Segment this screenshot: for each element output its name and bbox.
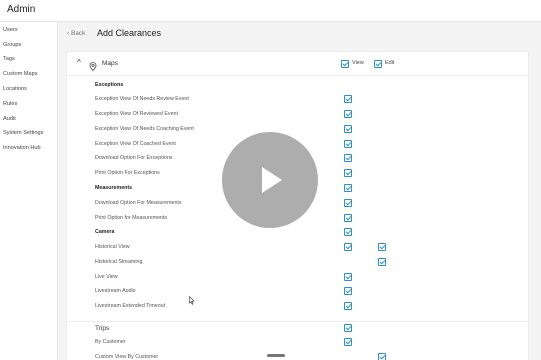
edit-checkbox[interactable] xyxy=(378,258,386,266)
clearance-label: Livestream Extended Timeout xyxy=(95,303,166,309)
sidebar-item-audit[interactable]: Audit xyxy=(3,116,16,122)
section-title: Maps xyxy=(102,60,118,67)
clearance-label: Trips xyxy=(95,325,110,332)
view-checkbox[interactable] xyxy=(344,184,352,192)
sidebar-item-system-settings[interactable]: System Settings xyxy=(3,130,43,136)
view-checkbox[interactable] xyxy=(344,169,352,177)
back-link[interactable]: ‹ Back xyxy=(67,30,85,37)
clearance-label: Exception View Of Coached Event xyxy=(95,141,176,147)
edit-checkbox[interactable] xyxy=(378,353,386,360)
clearance-label: Exception View Of Reviewed Event xyxy=(95,111,178,117)
sidebar-item-users[interactable]: Users xyxy=(3,27,18,33)
clearance-row: Exception View Of Reviewed Event xyxy=(67,108,528,123)
clearance-label: Print Option For Exceptions xyxy=(95,170,160,176)
view-checkbox[interactable] xyxy=(344,302,352,310)
clearance-label: Live View xyxy=(95,274,118,280)
view-checkbox[interactable] xyxy=(344,214,352,222)
view-checkbox[interactable] xyxy=(344,243,352,251)
view-checkbox[interactable] xyxy=(344,154,352,162)
sidebar-item-rules[interactable]: Rules xyxy=(3,101,17,107)
clearance-row: By Customer xyxy=(67,336,528,351)
back-label: Back xyxy=(70,30,86,37)
clearance-label: Livestream Audio xyxy=(95,288,136,294)
clearance-label: Custom View By Customer xyxy=(95,354,159,360)
top-bar: Admin xyxy=(0,0,541,22)
clearance-label: Download Option For Exceptions xyxy=(95,155,173,161)
sidebar-item-tags[interactable]: Tags xyxy=(3,56,15,62)
sidebar: Users Groups Tags Custom Maps Locations … xyxy=(0,22,58,360)
mouse-pointer-icon xyxy=(189,292,195,310)
clearance-label: Camera xyxy=(95,229,115,235)
scroll-handle[interactable] xyxy=(267,354,285,357)
view-checkbox[interactable] xyxy=(344,125,352,133)
maps-section-header: ^ Maps View Edit xyxy=(67,52,528,76)
clearance-label: Measurements xyxy=(95,185,133,191)
clearance-label: Exceptions xyxy=(95,82,124,88)
group-heading-row: Camera xyxy=(67,226,528,241)
clearance-label: Historical Streaming xyxy=(95,259,143,265)
view-checkbox[interactable] xyxy=(344,95,352,103)
app-title: Admin xyxy=(7,4,36,15)
clearance-row: Historical View xyxy=(67,241,528,256)
play-icon xyxy=(262,167,282,193)
clearance-label: Exception View Of Needs Coaching Event xyxy=(95,126,194,132)
sidebar-item-custom-maps[interactable]: Custom Maps xyxy=(3,71,38,77)
clearance-row: Custom View By Customer xyxy=(67,351,528,360)
clearance-label: Historical View xyxy=(95,244,130,250)
view-checkbox[interactable] xyxy=(344,324,352,332)
page-title: Add Clearances xyxy=(97,28,162,38)
sidebar-item-innovation-hub[interactable]: Innovation Hub xyxy=(3,145,41,151)
clearance-row: Live View xyxy=(67,271,528,286)
view-checkbox[interactable] xyxy=(344,287,352,295)
sidebar-item-locations[interactable]: Locations xyxy=(3,86,27,92)
view-checkbox[interactable] xyxy=(344,110,352,118)
view-column-label: View xyxy=(352,60,364,66)
view-all-checkbox[interactable] xyxy=(341,60,349,68)
group-heading-row: Exceptions xyxy=(67,79,528,94)
sidebar-item-groups[interactable]: Groups xyxy=(3,42,21,48)
clearance-label: Exception View Of Needs Review Event xyxy=(95,96,189,102)
play-button[interactable] xyxy=(222,132,318,228)
clearance-row: Historical Streaming xyxy=(67,256,528,271)
view-checkbox[interactable] xyxy=(344,273,352,281)
view-checkbox[interactable] xyxy=(344,140,352,148)
edit-all-checkbox[interactable] xyxy=(374,60,382,68)
clearance-row: Exception View Of Needs Coaching Event xyxy=(67,123,528,138)
clearance-label: By Customer xyxy=(95,339,126,345)
clearance-row: Exception View Of Needs Review Event xyxy=(67,93,528,108)
clearance-row: Livestream Audio xyxy=(67,285,528,300)
map-pin-icon xyxy=(89,58,97,76)
edit-column-label: Edit xyxy=(385,60,395,66)
view-checkbox[interactable] xyxy=(344,199,352,207)
clearance-label: Print Option for Measurements xyxy=(95,215,168,221)
chevron-up-icon[interactable]: ^ xyxy=(77,58,81,67)
view-checkbox[interactable] xyxy=(344,228,352,236)
clearance-row: Livestream Extended Timeout xyxy=(67,300,528,315)
edit-checkbox[interactable] xyxy=(378,243,386,251)
section-row: Trips xyxy=(67,321,528,336)
view-checkbox[interactable] xyxy=(344,338,352,346)
clearance-label: Download Option For Measurements xyxy=(95,200,182,206)
